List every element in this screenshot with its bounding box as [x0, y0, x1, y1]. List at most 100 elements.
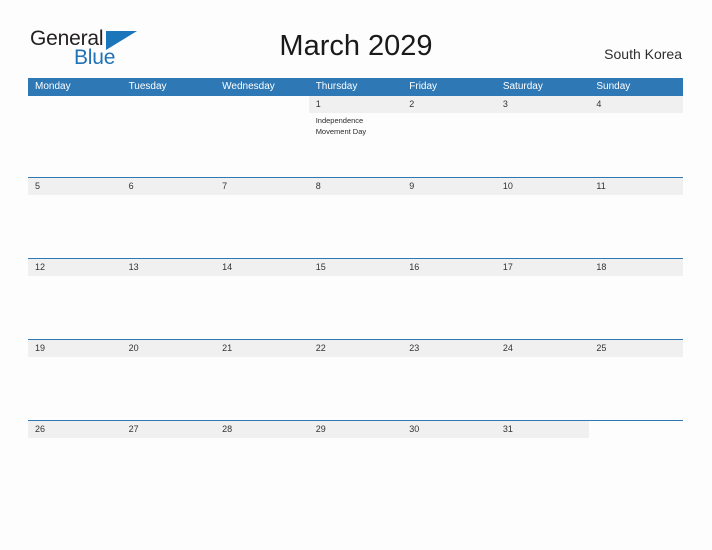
calendar-day-cell-empty	[589, 421, 683, 501]
day-number: 22	[315, 343, 326, 353]
day-number: 26	[35, 424, 46, 434]
day-number: 20	[128, 343, 139, 353]
day-number: 19	[35, 343, 46, 353]
calendar-day-cell[interactable]: 14	[215, 259, 309, 339]
day-events: Independence Movement Day	[309, 113, 403, 137]
day-number-band	[121, 96, 216, 113]
day-number-band: 30	[402, 421, 496, 438]
day-number-band: 23	[402, 340, 496, 357]
calendar-day-cell[interactable]: 12	[28, 259, 122, 339]
calendar-day-cell-empty	[28, 96, 122, 177]
calendar-day-cell[interactable]: 25	[589, 340, 683, 420]
day-number: 1	[315, 99, 321, 109]
calendar-day-cell[interactable]: 17	[495, 259, 590, 339]
calendar-day-cell[interactable]: 7	[215, 178, 309, 258]
region-label: South Korea	[604, 46, 682, 62]
day-number: 10	[502, 181, 513, 191]
day-number-band: 4	[589, 96, 683, 113]
calendar-day-cell[interactable]: 31	[495, 421, 590, 501]
day-number: 31	[502, 424, 513, 434]
calendar-day-cell[interactable]: 16	[402, 259, 496, 339]
day-number: 7	[222, 181, 228, 191]
day-number-band: 19	[28, 340, 122, 357]
calendar-day-cell[interactable]: 5	[28, 178, 122, 258]
calendar-day-cell-empty	[121, 96, 216, 177]
day-number: 27	[128, 424, 139, 434]
weekday-header-thursday: Thursday	[315, 81, 358, 92]
calendar-day-cell[interactable]: 3	[495, 96, 590, 177]
calendar-day-cell[interactable]: 22	[308, 340, 403, 420]
day-number: 9	[409, 181, 415, 191]
day-number-band: 15	[308, 259, 403, 276]
day-number: 12	[35, 262, 46, 272]
calendar-week-row: 1 Independence Movement Day 2 3 4	[28, 96, 683, 177]
day-number: 25	[596, 343, 607, 353]
day-number-band: 27	[121, 421, 216, 438]
calendar-day-cell[interactable]: 1 Independence Movement Day	[308, 96, 403, 177]
day-number: 24	[502, 343, 513, 353]
calendar-day-cell[interactable]: 10	[495, 178, 590, 258]
calendar-day-cell[interactable]: 8	[308, 178, 403, 258]
day-number-band: 12	[28, 259, 122, 276]
day-number: 23	[409, 343, 420, 353]
holiday-label: Independence Movement Day	[315, 116, 367, 136]
calendar-week-row: 5 6 7 8 9 10 11	[28, 177, 683, 258]
weekday-header-friday: Friday	[409, 81, 438, 92]
day-number-band	[215, 96, 309, 113]
day-number-band: 29	[308, 421, 403, 438]
calendar-day-cell[interactable]: 13	[121, 259, 216, 339]
day-number: 3	[502, 99, 508, 109]
week-cells: 1 Independence Movement Day 2 3 4	[28, 96, 683, 177]
calendar-week-row: 26 27 28 29 30 31	[28, 420, 683, 501]
day-number: 21	[222, 343, 233, 353]
day-number-band: 16	[402, 259, 496, 276]
day-number-band: 24	[495, 340, 590, 357]
day-number: 6	[128, 181, 134, 191]
calendar-week-row: 12 13 14 15 16 17 18	[28, 258, 683, 339]
day-number: 29	[315, 424, 326, 434]
day-number-band: 13	[121, 259, 216, 276]
page-header: General Blue March 2029 South Korea	[0, 0, 712, 78]
weekday-header-row: Monday Tuesday Wednesday Thursday Friday Satu…	[28, 78, 683, 96]
week-cells: 5 6 7 8 9 10 11	[28, 178, 683, 258]
calendar-day-cell[interactable]: 6	[121, 178, 216, 258]
day-number-band: 6	[121, 178, 216, 195]
calendar-week-row: 19 20 21 22 23 24 25	[28, 339, 683, 420]
calendar-day-cell[interactable]: 28	[215, 421, 309, 501]
day-number-band: 25	[589, 340, 683, 357]
calendar-day-cell[interactable]: 30	[402, 421, 496, 501]
calendar-day-cell[interactable]: 2	[402, 96, 496, 177]
calendar-day-cell[interactable]: 9	[402, 178, 496, 258]
calendar-day-cell[interactable]: 15	[308, 259, 403, 339]
weekday-header-sunday: Sunday	[596, 81, 631, 92]
calendar-day-cell[interactable]: 21	[215, 340, 309, 420]
day-number-band: 3	[495, 96, 590, 113]
day-number-band	[28, 96, 122, 113]
day-number-band: 21	[215, 340, 309, 357]
weekday-header-tuesday: Tuesday	[128, 81, 167, 92]
calendar-day-cell[interactable]: 23	[402, 340, 496, 420]
day-number-band: 26	[28, 421, 122, 438]
calendar-day-cell[interactable]: 18	[589, 259, 683, 339]
calendar-table: Monday Tuesday Wednesday Thursday Friday Satu…	[28, 78, 683, 501]
day-number: 14	[222, 262, 233, 272]
weekday-header-monday: Monday	[35, 81, 71, 92]
day-number: 5	[35, 181, 41, 191]
day-number: 8	[315, 181, 321, 191]
week-cells: 26 27 28 29 30 31	[28, 421, 683, 501]
calendar-day-cell[interactable]: 11	[589, 178, 683, 258]
calendar-day-cell[interactable]: 20	[121, 340, 216, 420]
calendar-day-cell[interactable]: 29	[308, 421, 403, 501]
day-number: 17	[502, 262, 513, 272]
calendar-day-cell-empty	[215, 96, 309, 177]
day-number-band: 7	[215, 178, 309, 195]
week-cells: 12 13 14 15 16 17 18	[28, 259, 683, 339]
calendar-day-cell[interactable]: 26	[28, 421, 122, 501]
calendar-day-cell[interactable]: 4	[589, 96, 683, 177]
day-number-band: 11	[589, 178, 683, 195]
day-number-band: 8	[308, 178, 403, 195]
day-number-band: 9	[402, 178, 496, 195]
calendar-day-cell[interactable]: 19	[28, 340, 122, 420]
calendar-day-cell[interactable]: 24	[495, 340, 590, 420]
calendar-day-cell[interactable]: 27	[121, 421, 216, 501]
